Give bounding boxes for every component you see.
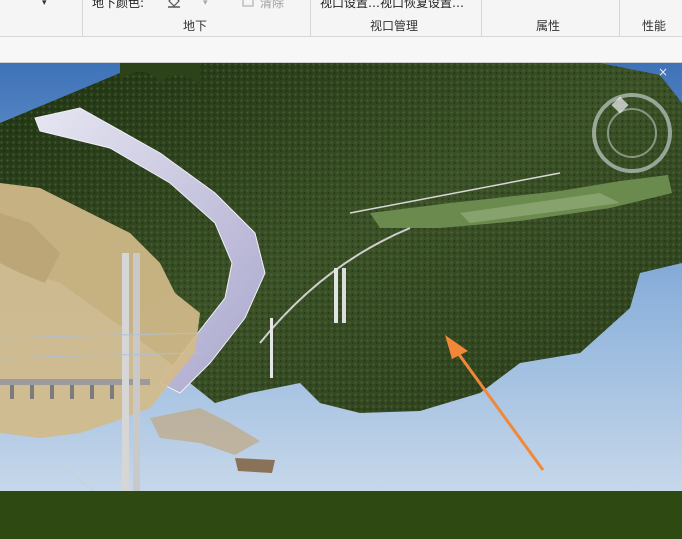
- viewport-settings-text[interactable]: 视口设置…视口恢复设置…: [320, 0, 475, 11]
- pillar: [334, 268, 338, 323]
- viewport-close-icon[interactable]: ×: [658, 65, 668, 79]
- color-dropdown-caret-icon[interactable]: ▾: [203, 0, 208, 8]
- ribbon-toolbar: ▾ 地下颜色: ▾ 清除 地下 视口设置…视口恢复设置… 视口管理 属性 性能: [0, 0, 682, 37]
- performance-group-label: 性能: [642, 19, 667, 33]
- clear-icon: [242, 0, 254, 7]
- ribbon-separator: [82, 0, 83, 36]
- 3d-viewport[interactable]: ×: [0, 63, 682, 539]
- pillar: [270, 318, 273, 378]
- ribbon-separator: [481, 0, 482, 36]
- ribbon-separator: [310, 0, 311, 36]
- ribbon-separator: [619, 0, 620, 36]
- viewport-management-group-label: 视口管理: [370, 19, 419, 33]
- scene-canvas[interactable]: [0, 63, 682, 539]
- tab-bar: [0, 37, 682, 63]
- pillar: [133, 253, 140, 498]
- underground-color-label: 地下颜色:: [92, 0, 145, 10]
- pillar: [122, 253, 129, 498]
- underground-group-label: 地下: [183, 19, 208, 33]
- properties-group-label: 属性: [536, 19, 561, 33]
- ground-plane: [0, 491, 682, 539]
- floating-mesh-fragment: [235, 458, 275, 473]
- clear-button[interactable]: 清除: [260, 0, 284, 11]
- pillar: [342, 268, 346, 323]
- dropdown-caret-icon[interactable]: ▾: [42, 0, 47, 8]
- paint-bucket-icon[interactable]: [166, 0, 182, 8]
